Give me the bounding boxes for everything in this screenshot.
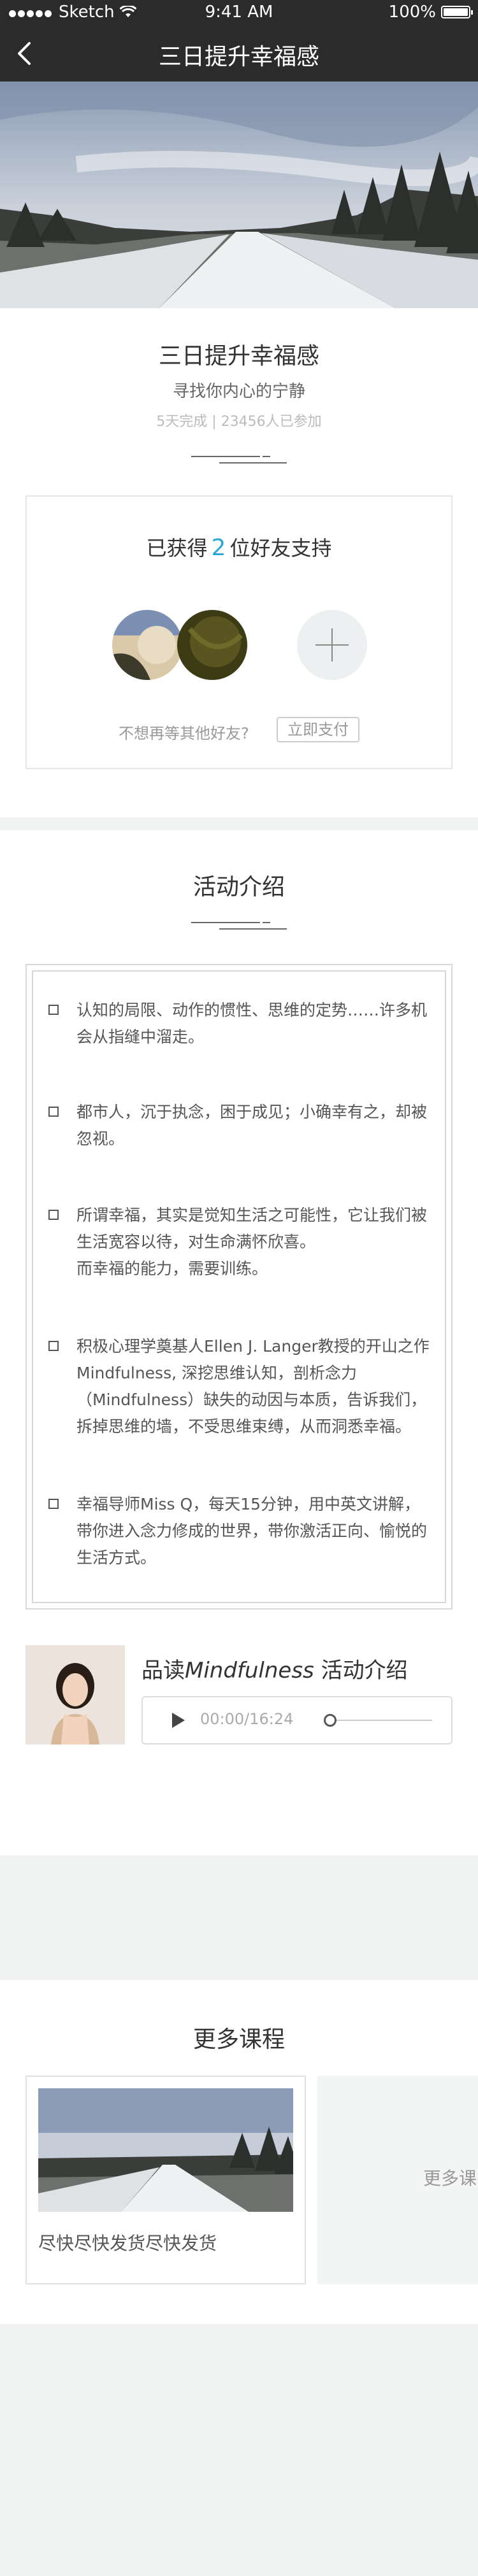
- activity-section: 活动介绍 认知的局限、动作的惯性、思维的定势……许多机会从指缝中溜走。 都市人，…: [0, 830, 478, 1855]
- title-divider: [191, 922, 287, 935]
- support-count: 2: [211, 535, 226, 561]
- list-item-text: 幸福导师Miss Q，每天15分钟，用中英文讲解，带你进入念力修成的世界，带你激…: [76, 1495, 428, 1567]
- seek-track[interactable]: [337, 1720, 432, 1721]
- support-prefix: 已获得: [146, 536, 208, 560]
- course-meta: 5天完成 | 23456人已参加: [156, 414, 322, 430]
- course-thumbnail: [38, 2088, 293, 2212]
- host-avatar: [25, 1645, 125, 1744]
- course-subtitle: 寻找你内心的宁静: [172, 382, 305, 401]
- square-bullet-icon: [48, 1499, 59, 1509]
- more-courses-label: 更多课: [423, 2168, 477, 2189]
- activity-frame: 认知的局限、动作的惯性、思维的定势……许多机会从指缝中溜走。 都市人，沉于执念，…: [25, 964, 453, 1610]
- section-title: 活动介绍: [192, 874, 285, 900]
- friend-support-card: 已获得 2 位好友支持 不想再等其他好友? 立即支付: [25, 495, 453, 769]
- course-intro: 三日提升幸福感 寻找你内心的宁静 5天完成 | 23456人已参加 已获得 2 位好…: [0, 308, 478, 817]
- audio-title-italic: Mindfulness: [185, 1658, 314, 1683]
- more-courses-link[interactable]: 更多课: [317, 2076, 478, 2284]
- audio-title-prefix: 品读: [141, 1658, 185, 1683]
- square-bullet-icon: [48, 1341, 59, 1351]
- title-divider: [191, 456, 287, 469]
- audio-player: 00:00/16:24: [141, 1696, 453, 1744]
- battery-icon: [441, 6, 473, 18]
- play-icon[interactable]: [171, 1711, 186, 1729]
- pay-prompt: 不想再等其他好友?: [119, 725, 249, 742]
- audio-title: 品读Mindfulness 活动介绍: [141, 1653, 408, 1684]
- audio-title-suffix: 活动介绍: [314, 1658, 408, 1683]
- status-right: 100%: [388, 3, 473, 22]
- square-bullet-icon: [48, 1210, 59, 1220]
- seek-handle[interactable]: [324, 1714, 337, 1727]
- friend-avatar: [112, 610, 182, 680]
- course-name: 尽快尽快发货尽快发货: [38, 2233, 217, 2254]
- nav-bar: 三日提升幸福感: [0, 25, 478, 81]
- more-courses-section: 更多课程 尽快尽快发货尽快发货 更多课: [0, 1980, 478, 2324]
- list-item-text: 认知的局限、动作的惯性、思维的定势……许多机会从指缝中溜走。: [76, 1001, 428, 1046]
- section-title: 更多课程: [192, 2027, 285, 2053]
- add-friend-button[interactable]: [297, 610, 367, 680]
- battery-percent: 100%: [388, 3, 436, 22]
- square-bullet-icon: [48, 1107, 59, 1117]
- status-bar: Sketch 9:41 AM 100%: [0, 0, 478, 25]
- pay-now-button[interactable]: 立即支付: [277, 717, 359, 742]
- list-item-text: 积极心理学奠基人Ellen J. Langer教授的开山之作Mindfulnes…: [76, 1337, 430, 1436]
- square-bullet-icon: [48, 1005, 59, 1015]
- hero-image: [0, 81, 478, 308]
- page-title: 三日提升幸福感: [158, 44, 319, 70]
- list-item-text: 都市人，沉于执念，困于成见；小确幸有之，却被忽视。: [76, 1103, 428, 1148]
- audio-intro: 品读Mindfulness 活动介绍 00:00/16:24: [25, 1645, 453, 1747]
- audio-time: 00:00/16:24: [200, 1710, 294, 1728]
- list-item-text: 所谓幸福，其实是觉知生活之可能性，它让我们被生活宽容以待，对生命满怀欣喜。 而幸…: [76, 1206, 428, 1278]
- friend-avatar: [177, 610, 247, 680]
- course-title: 三日提升幸福感: [158, 343, 319, 369]
- plus-icon: [315, 628, 349, 662]
- support-heading: 已获得 2 位好友支持: [27, 532, 451, 562]
- course-card[interactable]: 尽快尽快发货尽快发货: [25, 2076, 306, 2284]
- support-suffix: 位好友支持: [229, 536, 332, 560]
